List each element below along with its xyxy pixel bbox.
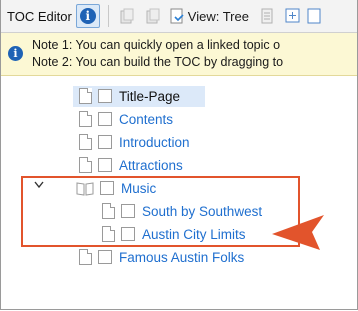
panel-border <box>0 0 358 310</box>
